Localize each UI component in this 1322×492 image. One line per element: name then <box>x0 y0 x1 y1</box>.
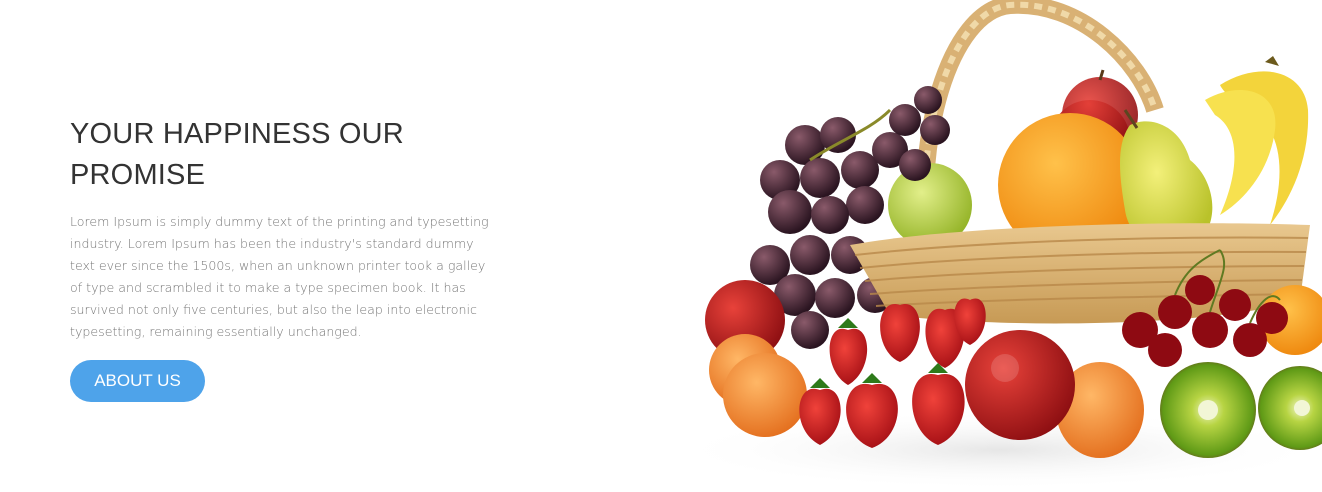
fruit-basket-image <box>660 0 1322 492</box>
hero-text-column: YOUR HAPPINESS OUR PROMISE Lorem Ipsum i… <box>70 114 500 343</box>
hero-section: YOUR HAPPINESS OUR PROMISE Lorem Ipsum i… <box>0 0 1322 492</box>
hero-description: Lorem Ipsum is simply dummy text of the … <box>70 214 489 339</box>
hero-title: YOUR HAPPINESS OUR PROMISE <box>70 118 404 191</box>
about-us-button[interactable]: ABOUT US <box>70 360 205 402</box>
